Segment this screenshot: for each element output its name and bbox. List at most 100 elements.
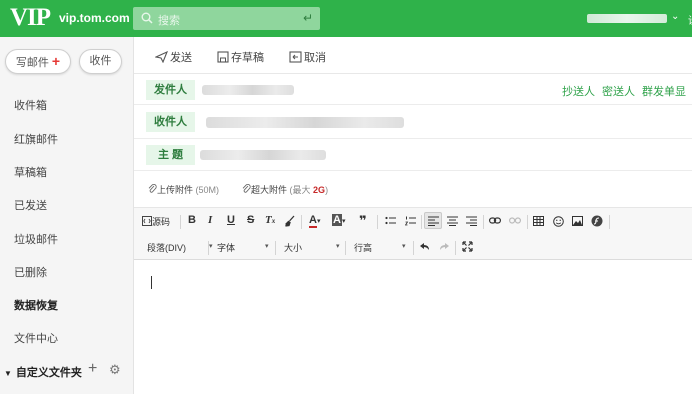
bcc-link[interactable]: 密送人 [602, 86, 635, 98]
triangle-down-icon: ▼ [4, 369, 12, 378]
folder-flagged[interactable]: 红旗邮件 [14, 131, 58, 147]
smiley-icon [553, 216, 564, 227]
save-draft-button[interactable]: 存草稿 [217, 49, 264, 65]
cancel-label: 取消 [304, 52, 326, 64]
insert-link-button[interactable] [489, 216, 502, 228]
upload-attachment-button[interactable]: 上传附件 (50M) [148, 183, 219, 196]
domain-text: vip.tom.com [59, 11, 130, 25]
compose-label: 写邮件 [15, 57, 49, 69]
toolbar-divider [609, 215, 610, 229]
toolbar-divider [301, 215, 302, 229]
folder-deleted[interactable]: 已删除 [14, 264, 47, 280]
insert-table-button[interactable] [533, 216, 544, 229]
align-left-icon [427, 216, 439, 226]
to-recipients-input[interactable] [206, 117, 404, 128]
receive-button[interactable]: 收件 [79, 49, 122, 74]
dropdown-caret-icon: ▾ [209, 243, 213, 250]
font-size-dropdown[interactable]: 大小 ▾ [284, 241, 344, 254]
clear-format-button[interactable]: Tx [265, 214, 275, 226]
compose-button[interactable]: 写邮件 + [5, 49, 71, 74]
folder-file-center[interactable]: 文件中心 [14, 330, 58, 346]
folder-inbox[interactable]: 收件箱 [14, 97, 47, 113]
cc-link[interactable]: 抄送人 [562, 86, 595, 98]
large-attachment-button[interactable]: 超大附件 (最大 2G) [242, 183, 328, 196]
quote-button[interactable]: ❞ [359, 213, 367, 229]
folder-drafts[interactable]: 草稿箱 [14, 164, 47, 180]
message-body-editor[interactable] [134, 261, 692, 394]
vip-logo[interactable]: VIP [10, 4, 51, 32]
align-center-button[interactable] [447, 216, 458, 229]
line-height-dropdown[interactable]: 行高 ▾ [354, 241, 412, 254]
search-box[interactable]: 搜索 ↵ [133, 7, 320, 30]
settings-link[interactable]: 设 [688, 12, 692, 27]
link-icon [489, 217, 502, 224]
image-icon [572, 216, 583, 226]
flash-icon [591, 215, 603, 227]
strikethrough-button[interactable]: S [247, 214, 254, 226]
gear-icon[interactable]: ⚙ [109, 362, 121, 378]
table-icon [533, 216, 544, 226]
from-row: 发件人 抄送人 密送人 群发单显 [134, 74, 692, 105]
paragraph-dropdown[interactable]: 段落(DIV) ▾ [147, 241, 213, 254]
numbered-list-button[interactable] [404, 216, 416, 229]
toolbar-divider [455, 241, 456, 255]
subject-input[interactable] [200, 150, 326, 160]
send-button[interactable]: 发送 [154, 49, 192, 65]
folder-spam[interactable]: 垃圾邮件 [14, 231, 58, 247]
source-code-icon [142, 216, 152, 226]
fullscreen-button[interactable] [462, 241, 473, 255]
font-family-dropdown[interactable]: 字体 ▾ [217, 241, 272, 254]
redo-button[interactable] [439, 242, 450, 254]
large-limit-value: 2G [313, 185, 326, 195]
text-cursor [151, 276, 152, 289]
toolbar-divider [483, 215, 484, 229]
folder-sent[interactable]: 已发送 [14, 197, 47, 213]
toolbar-divider [413, 241, 414, 255]
align-center-icon [447, 216, 458, 226]
remove-link-button[interactable] [509, 216, 522, 228]
toolbar-divider [527, 215, 528, 229]
chevron-down-icon[interactable]: ⌄ [671, 11, 679, 22]
align-right-icon [466, 216, 477, 226]
background-color-button[interactable]: A▾ [332, 214, 345, 226]
cancel-button[interactable]: 取消 [289, 49, 326, 65]
italic-button[interactable]: I [208, 214, 212, 226]
paragraph-label: 段落(DIV) [147, 243, 186, 253]
add-folder-icon[interactable]: + [88, 360, 97, 378]
send-icon [154, 50, 169, 64]
bullet-list-icon [385, 216, 396, 225]
toolbar-divider [421, 215, 422, 229]
undo-button[interactable] [419, 242, 430, 254]
to-label: 收件人 [146, 112, 195, 132]
font-size-label: 大小 [284, 243, 303, 253]
bold-button[interactable]: B [188, 214, 196, 226]
font-color-button[interactable]: A▾ [309, 214, 320, 228]
fullscreen-icon [462, 241, 473, 252]
font-color-label: A [309, 214, 317, 228]
align-right-button[interactable] [466, 216, 477, 229]
search-input[interactable]: 搜索 [158, 12, 180, 28]
plus-icon: + [51, 53, 61, 69]
insert-flash-button[interactable] [591, 215, 603, 230]
emoji-button[interactable] [553, 216, 564, 230]
separate-send-link[interactable]: 群发单显 [642, 86, 686, 98]
large-attachment-label: 超大附件 [251, 185, 288, 195]
from-address[interactable] [202, 85, 294, 95]
custom-folders-toggle[interactable]: ▼ 自定义文件夹 [4, 364, 82, 380]
user-account-name[interactable] [587, 14, 667, 23]
search-enter-icon[interactable]: ↵ [303, 11, 313, 25]
align-left-button[interactable] [424, 212, 442, 229]
undo-icon [420, 243, 429, 250]
recipient-options: 抄送人 密送人 群发单显 [555, 83, 686, 99]
brush-icon [285, 215, 295, 227]
custom-folders-label: 自定义文件夹 [15, 367, 82, 379]
insert-image-button[interactable] [572, 216, 583, 229]
format-painter-button[interactable] [284, 215, 296, 230]
source-button[interactable]: 源码 [142, 215, 170, 228]
upload-limit: (50M) [195, 185, 220, 195]
save-draft-label: 存草稿 [231, 52, 264, 64]
bulleted-list-button[interactable] [385, 216, 396, 229]
underline-button[interactable]: U [227, 214, 235, 226]
folder-data-recovery[interactable]: 数据恢复 [14, 297, 58, 313]
background-color-label: A [332, 214, 342, 226]
